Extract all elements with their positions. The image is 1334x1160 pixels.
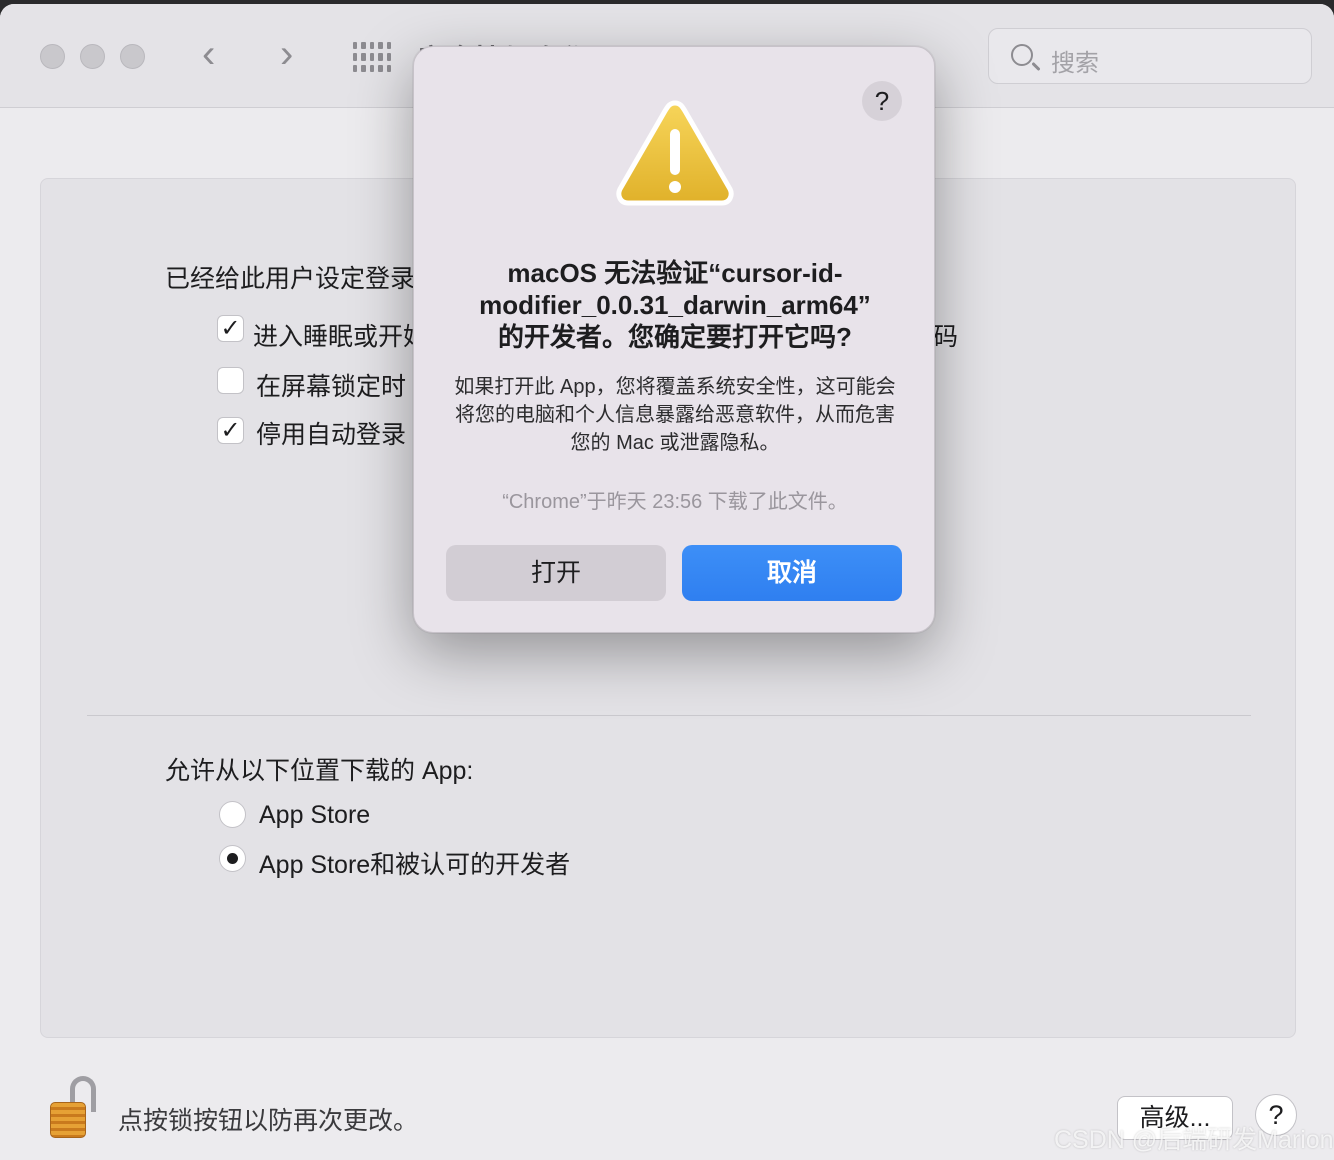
search-icon — [1011, 44, 1033, 66]
search-input[interactable]: 搜索 — [988, 28, 1312, 84]
warning-icon — [616, 100, 734, 206]
dialog-title-line-3: 的开发者。您确定要打开它吗? — [498, 322, 852, 352]
forward-arrow-icon[interactable]: › — [280, 34, 293, 74]
app-store-radio[interactable] — [219, 801, 246, 828]
app-store-identified-radio-label: App Store和被认可的开发者 — [259, 851, 571, 879]
lock-screen-message-label: 在屏幕锁定时 — [256, 373, 407, 401]
zoom-window-button[interactable] — [120, 44, 145, 69]
disable-auto-login-label: 停用自动登录 — [256, 421, 407, 449]
app-store-identified-radio[interactable] — [219, 845, 246, 872]
watermark-text: CSDN @后端研发Marion — [1054, 1126, 1334, 1154]
section-divider — [87, 715, 1251, 716]
close-window-button[interactable] — [40, 44, 65, 69]
show-all-grid-icon[interactable] — [353, 42, 391, 72]
lock-hint-text: 点按锁按钮以防再次更改。 — [118, 1107, 419, 1135]
lock-icon[interactable] — [48, 1076, 100, 1140]
dialog-title-line-1: macOS 无法验证“cursor-id- — [507, 258, 843, 288]
search-placeholder: 搜索 — [1051, 50, 1099, 77]
cancel-button[interactable]: 取消 — [682, 545, 902, 601]
dialog-title-line-2: modifier_0.0.31_darwin_arm64” — [479, 290, 871, 320]
lock-screen-message-checkbox[interactable] — [217, 367, 244, 394]
app-store-radio-label: App Store — [259, 801, 371, 829]
unverified-developer-dialog: ? macOS 无法验证“cursor-id- modifier_0.0.31_… — [413, 46, 935, 633]
dialog-title: macOS 无法验证“cursor-id- modifier_0.0.31_da… — [444, 257, 906, 353]
sleep-password-trailing-text: 码 — [933, 323, 959, 351]
download-source-note: “Chrome”于昨天 23:56 下载了此文件。 — [502, 491, 848, 513]
minimize-window-button[interactable] — [80, 44, 105, 69]
sleep-password-checkbox[interactable]: ✓ — [217, 315, 244, 342]
open-button[interactable]: 打开 — [446, 545, 666, 601]
dialog-help-button[interactable]: ? — [862, 81, 902, 121]
dialog-message: 如果打开此 App，您将覆盖系统安全性，这可能会将您的电脑和个人信息暴露给恶意软… — [454, 376, 896, 454]
login-password-heading: 已经给此用户设定登录 — [165, 265, 416, 293]
allow-apps-heading: 允许从以下位置下载的 App: — [165, 757, 474, 785]
disable-auto-login-checkbox[interactable]: ✓ — [217, 417, 244, 444]
back-arrow-icon[interactable]: ‹ — [202, 34, 215, 74]
sleep-password-label: 进入睡眠或开始 — [253, 323, 429, 351]
